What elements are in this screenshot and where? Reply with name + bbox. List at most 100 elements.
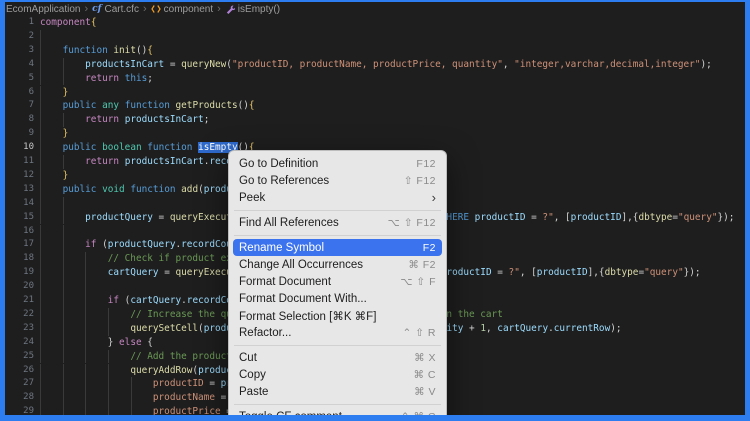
code-token: n the cart [446,309,502,320]
menu-item-refactor-[interactable]: Refactor...⌃ ⇧ R [233,324,442,341]
menu-item-copy[interactable]: Copy⌘ C [233,366,442,383]
code-token: public [63,142,97,153]
line-number[interactable]: 22 [5,308,34,322]
menu-item-shortcut: ⌘ V [414,386,436,398]
code-token: { [249,100,255,111]
line-number[interactable]: 5 [5,72,34,86]
line-number[interactable]: 16 [5,225,34,239]
menu-item-change-all-occurrences[interactable]: Change All Occurrences⌘ F2 [233,256,442,273]
code-token: this [125,73,148,84]
line-number[interactable]: 2 [5,30,34,44]
menu-item-rename-symbol[interactable]: Rename SymbolF2 [233,239,442,256]
code-line[interactable]: 8 return productsInCart; [5,113,745,127]
menu-item-paste[interactable]: Paste⌘ V [233,383,442,400]
menu-item-label: Format Selection [⌘K ⌘F] [239,309,436,323]
line-number[interactable]: 19 [5,266,34,280]
menu-item-shortcut: ⌃ ⌘ C [401,411,436,416]
code-token [40,87,63,98]
menu-item-format-document-with-[interactable]: Format Document With... [233,290,442,307]
menu-item-cut[interactable]: Cut⌘ X [233,349,442,366]
menu-item-label: Toggle CF comment [239,411,401,416]
code-line[interactable]: 5 return this; [5,72,745,86]
code-token [40,170,63,181]
code-line[interactable]: 4 productsInCart = queryNew("productID, … [5,58,745,72]
code-token: productID [571,212,622,223]
line-number[interactable]: 23 [5,322,34,336]
indent-guide [63,225,64,239]
code-token: ?" [542,212,553,223]
line-number[interactable]: 18 [5,252,34,266]
code-token: getProducts [176,100,238,111]
menu-item-go-to-definition[interactable]: Go to DefinitionF12 [233,155,442,172]
code-token: return [85,73,119,84]
code-token: productID [537,267,588,278]
menu-item-format-selection-k-f-[interactable]: Format Selection [⌘K ⌘F] [233,307,442,324]
context-menu: Go to DefinitionF12Go to References⇧ F12… [228,150,447,415]
line-number[interactable]: 21 [5,294,34,308]
code-line[interactable]: 2 [5,30,745,44]
menu-item-format-document[interactable]: Format Document⌥ ⇧ F [233,273,442,290]
menu-item-find-all-references[interactable]: Find All References⌥ ⇧ F12 [233,214,442,231]
code-text: component{ [40,16,96,30]
code-token: { [91,17,97,28]
menu-item-shortcut: ⌥ ⇧ F [400,276,436,288]
line-number[interactable]: 4 [5,58,34,72]
line-number[interactable]: 28 [5,391,34,405]
code-token: init [113,45,136,56]
line-number[interactable]: 17 [5,238,34,252]
line-number[interactable]: 11 [5,155,34,169]
code-token: productID [475,212,526,223]
menu-item-go-to-references[interactable]: Go to References⇧ F12 [233,172,442,189]
code-token: productID [441,267,492,278]
code-token: function [147,142,192,153]
code-token: = [164,59,181,70]
menu-item-label: Copy [239,369,414,381]
code-line[interactable]: 6 } [5,86,745,100]
line-number[interactable]: 7 [5,99,34,113]
menu-item-toggle-cf-comment[interactable]: Toggle CF comment⌃ ⌘ C [233,408,442,415]
menu-item-shortcut: ⌘ X [414,352,436,364]
code-token: { [147,45,153,56]
line-number[interactable]: 3 [5,44,34,58]
code-token: productsInCart [125,114,204,125]
code-line[interactable]: 9 } [5,127,745,141]
line-number[interactable]: 14 [5,197,34,211]
editor-window: EcomApplication›cfCart.cfc›component›isE… [5,2,745,415]
line-number[interactable]: 20 [5,280,34,294]
code-text: productsInCart = queryNew("productID, pr… [40,58,712,72]
menu-item-shortcut: ⇧ F12 [404,175,436,187]
line-number[interactable]: 12 [5,169,34,183]
line-number[interactable]: 27 [5,377,34,391]
line-number[interactable]: 9 [5,127,34,141]
code-line[interactable]: 3 function init(){ [5,44,745,58]
indent-guide [40,225,41,239]
code-token: }); [717,212,734,223]
code-text: function init(){ [40,44,153,58]
line-number[interactable]: 6 [5,86,34,100]
line-number[interactable]: 13 [5,183,34,197]
code-line[interactable]: 1 component{ [5,16,745,30]
menu-item-shortcut: ⌘ C [414,369,437,381]
code-token: dbtype [638,212,672,223]
code-token: ); [700,59,711,70]
code-token: void [102,184,125,195]
code-line[interactable]: 7 public any function getProducts(){ [5,99,745,113]
code-token: queryNew [181,59,226,70]
line-number[interactable]: 26 [5,364,34,378]
menu-item-peek[interactable]: Peek› [233,189,442,206]
code-token: function [130,184,175,195]
menu-item-label: Format Document With... [239,293,436,305]
code-text: return productsInCart; [40,113,209,127]
code-token [40,351,130,362]
code-token: } [63,170,69,181]
line-number[interactable]: 1 [5,16,34,30]
line-number[interactable]: 29 [5,405,34,415]
line-number[interactable]: 24 [5,336,34,350]
line-number[interactable]: 25 [5,350,34,364]
line-number[interactable]: 15 [5,211,34,225]
indent-guide [40,280,41,294]
code-token: productQuery [85,212,153,223]
line-number[interactable]: 10 [5,141,34,155]
line-number[interactable]: 8 [5,113,34,127]
menu-item-label: Peek [239,192,432,204]
